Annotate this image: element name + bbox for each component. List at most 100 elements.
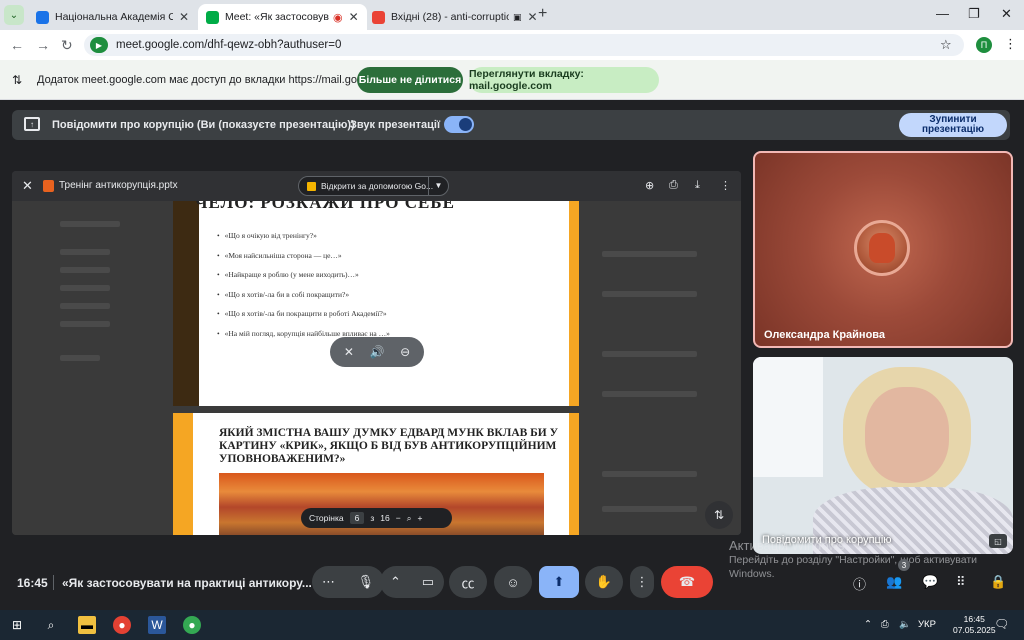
- end-call-button[interactable]: ☎: [661, 566, 713, 598]
- close-viewer-icon[interactable]: ✕: [22, 178, 33, 194]
- audio-options-icon[interactable]: ⋯: [322, 574, 335, 590]
- back-icon[interactable]: ←: [10, 37, 24, 53]
- zoom-icon[interactable]: ⌕: [407, 513, 412, 524]
- page-number-input[interactable]: 6: [349, 512, 365, 524]
- download-icon[interactable]: ⤓: [695, 179, 700, 192]
- activities-icon[interactable]: ⠿: [956, 574, 966, 590]
- more-options-icon[interactable]: ⋮: [720, 179, 731, 192]
- bg-line: [602, 471, 697, 477]
- host-controls-icon[interactable]: 🔒: [990, 574, 1006, 590]
- volume-tray-icon[interactable]: 🔈: [899, 619, 911, 630]
- meeting-details-icon[interactable]: ⓘ: [853, 574, 866, 593]
- close-tab-icon[interactable]: ✕: [528, 10, 538, 24]
- hand-icon: ✋: [595, 574, 613, 589]
- word-icon[interactable]: W: [148, 616, 166, 634]
- close-window-icon[interactable]: ✕: [1001, 6, 1012, 22]
- sharing-icon: ▣: [513, 11, 522, 22]
- presentation-sound-toggle[interactable]: [444, 116, 474, 133]
- presentation-bar: ↑ Повідомити про корупцію (Ви (показуєте…: [12, 110, 1010, 140]
- microphone-icon[interactable]: 🎙: [357, 574, 374, 590]
- tab-sharing-infobar: ⇅ Додаток meet.google.com має доступ до …: [0, 60, 1024, 100]
- zoom-in-icon[interactable]: +: [417, 513, 422, 523]
- tab-meet[interactable]: Meet: «Як застосовувати ◉ ✕: [198, 4, 367, 30]
- reactions-button[interactable]: ☺: [494, 566, 532, 598]
- participant-tile[interactable]: Олександра Крайнова: [753, 151, 1013, 348]
- bg-line: [60, 267, 110, 273]
- participant-tile[interactable]: Повідомити про корупцію ◱: [753, 357, 1013, 554]
- mic-off-icon[interactable]: ✕: [344, 345, 354, 359]
- tab-academy[interactable]: Національна Академія Образ ✕: [28, 4, 197, 30]
- network-icon[interactable]: ⎙: [881, 619, 889, 630]
- volume-icon[interactable]: 🔊: [370, 345, 385, 359]
- minimize-icon[interactable]: —: [936, 6, 949, 21]
- restore-icon[interactable]: ❐: [968, 6, 980, 22]
- browser-menu-icon[interactable]: ⋮: [1004, 36, 1017, 52]
- emoji-icon: ☺: [506, 574, 520, 590]
- taskbar-clock[interactable]: 16:45 07.05.2025: [953, 614, 996, 636]
- slide-right-band: [569, 201, 579, 406]
- toggle-knob: [459, 118, 472, 131]
- url-text: meet.google.com/dhf-qewz-obh?authuser=0: [116, 39, 342, 51]
- present-button[interactable]: ⬆: [539, 566, 579, 598]
- tab-title: Вхідні (28) - anti-corruption: [391, 11, 509, 23]
- close-tab-icon[interactable]: ✕: [179, 10, 189, 24]
- windows-activation-watermark: Активація Windows Перейдіть до розділу "…: [729, 538, 1019, 581]
- presentation-stage: ✕ Тренінг антикорупція.pptx Відкрити за …: [12, 171, 741, 535]
- tab-gmail[interactable]: Вхідні (28) - anti-corruption ▣ ✕: [364, 4, 546, 30]
- page-of-label: з: [370, 513, 375, 523]
- view-shared-tab-button[interactable]: Переглянути вкладку: mail.google.com: [469, 67, 659, 93]
- bookmark-star-icon[interactable]: ☆: [940, 37, 952, 53]
- open-with-label: Відкрити за допомогою Go...: [321, 181, 434, 191]
- notifications-icon[interactable]: 🗨: [994, 617, 1009, 631]
- share-indicator-icon: ⇅: [12, 73, 23, 87]
- new-tab-icon[interactable]: +: [538, 5, 547, 23]
- bg-line: [60, 221, 120, 227]
- url-field[interactable]: ▶ meet.google.com/dhf-qewz-obh?authuser=…: [84, 34, 964, 56]
- video-options-icon[interactable]: ⌃: [390, 574, 401, 590]
- watermark-text: Перейдіть до розділу "Настройки", щоб ак…: [729, 554, 978, 580]
- add-shortcut-icon[interactable]: ⊕: [645, 179, 654, 192]
- file-explorer-icon[interactable]: ▬: [78, 616, 96, 634]
- bg-line: [602, 506, 697, 512]
- stop-presenting-button[interactable]: Зупинити презентацію: [899, 113, 1007, 137]
- print-icon[interactable]: ⎙: [669, 179, 678, 192]
- stop-sharing-button[interactable]: Більше не ділитися: [357, 67, 463, 93]
- page-navigation: Сторінка 6 з 16 − ⌕ +: [301, 508, 452, 528]
- present-screen-icon: ⬆: [553, 574, 565, 589]
- bg-line: [60, 285, 110, 291]
- chat-icon[interactable]: 💬: [922, 574, 938, 590]
- windows-start-icon[interactable]: ⊞: [8, 616, 26, 634]
- remove-icon[interactable]: ⊖: [400, 345, 410, 359]
- close-tab-icon[interactable]: ✕: [349, 10, 359, 24]
- chrome-profile-icon[interactable]: ●: [183, 616, 201, 634]
- slide-right-band: [569, 413, 579, 535]
- tab-search-button[interactable]: ⌄: [4, 5, 24, 25]
- profile-avatar[interactable]: П: [976, 37, 992, 53]
- academy-favicon-icon: [36, 10, 49, 24]
- site-info-icon[interactable]: ▶: [90, 37, 108, 53]
- camera-icon[interactable]: ▭: [422, 574, 434, 590]
- chrome-icon[interactable]: ●: [113, 616, 131, 634]
- more-options-button[interactable]: ⋮: [630, 566, 654, 598]
- language-indicator[interactable]: УКР: [918, 619, 936, 630]
- camera-control: ⌃ ▭: [380, 566, 444, 598]
- swap-layout-icon[interactable]: ⇅: [705, 501, 733, 529]
- open-with-dropdown-icon[interactable]: ▼: [428, 177, 448, 195]
- bg-line: [60, 321, 110, 327]
- raise-hand-button[interactable]: ✋: [585, 566, 623, 598]
- reload-icon[interactable]: ↻: [61, 37, 73, 54]
- people-icon[interactable]: 👥: [886, 574, 902, 590]
- slide-page: ЧЕЛО: РОЗКАЖИ ПРО СЕБЕ «Що я очікую від …: [173, 201, 579, 406]
- slide-bullet: «Що я хотів/-ла би покращити в роботі Ак…: [217, 309, 390, 318]
- tray-arrow-icon[interactable]: ⌃: [864, 619, 872, 630]
- video-background: [753, 357, 823, 477]
- bg-line: [60, 355, 100, 361]
- slide-bullet: «Що я хотів/-ла би в собі покращити?»: [217, 290, 390, 299]
- forward-icon[interactable]: →: [36, 37, 50, 53]
- file-viewer-toolbar: ✕ Тренінг антикорупція.pptx Відкрити за …: [12, 171, 741, 201]
- captions-button[interactable]: ㏄: [449, 566, 487, 598]
- more-vert-icon: ⋮: [635, 574, 649, 589]
- open-with-button[interactable]: Відкрити за допомогою Go... ▼: [298, 176, 449, 196]
- zoom-out-icon[interactable]: −: [396, 513, 401, 523]
- search-icon[interactable]: ⌕: [42, 616, 60, 634]
